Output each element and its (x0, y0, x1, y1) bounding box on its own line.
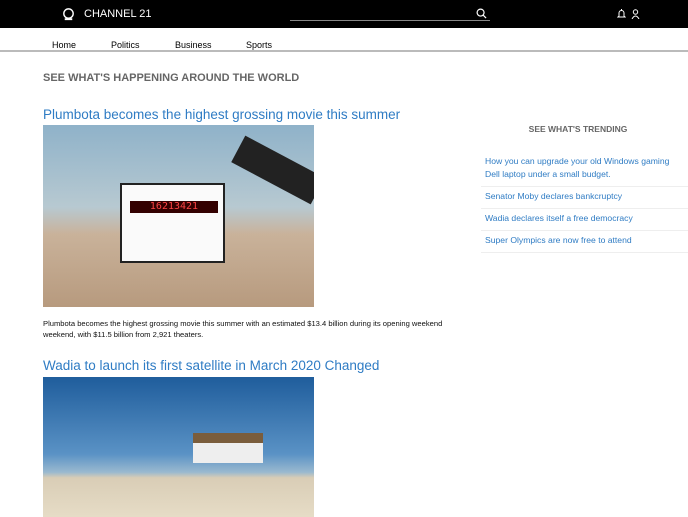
bell-icon[interactable] (617, 9, 626, 19)
article-image-clapperboard[interactable]: 16213421 (43, 125, 314, 307)
user-icon[interactable] (631, 9, 640, 19)
clapper-led: 16213421 (130, 201, 218, 213)
article-caption: Plumbota becomes the highest grossing mo… (43, 319, 443, 339)
article-image-beach-house[interactable] (43, 377, 314, 517)
article-title[interactable]: Plumbota becomes the highest grossing mo… (43, 107, 400, 122)
clapperboard: 16213421 (120, 183, 225, 263)
arm-shape (231, 135, 314, 205)
search-bar[interactable] (290, 7, 490, 23)
logo-icon (63, 8, 74, 21)
top-bar: CHANNEL 21 (0, 0, 688, 28)
article-title[interactable]: Wadia to launch its first satellite in M… (43, 358, 379, 373)
brand-name[interactable]: CHANNEL 21 (84, 8, 151, 20)
trending-list: How you can upgrade your old Windows gam… (481, 152, 688, 253)
nav-business[interactable]: Business (175, 40, 212, 50)
trending-item[interactable]: Wadia declares itself a free democracy (481, 209, 688, 231)
trending-item[interactable]: Senator Moby declares bankcruptcy (481, 187, 688, 209)
house-shape (193, 433, 263, 463)
trending-title: SEE WHAT'S TRENDING (528, 124, 628, 134)
nav-sports[interactable]: Sports (246, 40, 272, 50)
trending-item[interactable]: How you can upgrade your old Windows gam… (481, 152, 688, 187)
search-input[interactable] (290, 12, 470, 23)
trending-item[interactable]: Super Olympics are now free to attend (481, 231, 688, 253)
nav-politics[interactable]: Politics (111, 40, 140, 50)
search-icon[interactable] (476, 8, 487, 19)
nav-home[interactable]: Home (52, 40, 76, 50)
main-nav: Home Politics Business Sports (0, 28, 688, 52)
section-title: SEE WHAT'S HAPPENING AROUND THE WORLD (43, 72, 300, 84)
